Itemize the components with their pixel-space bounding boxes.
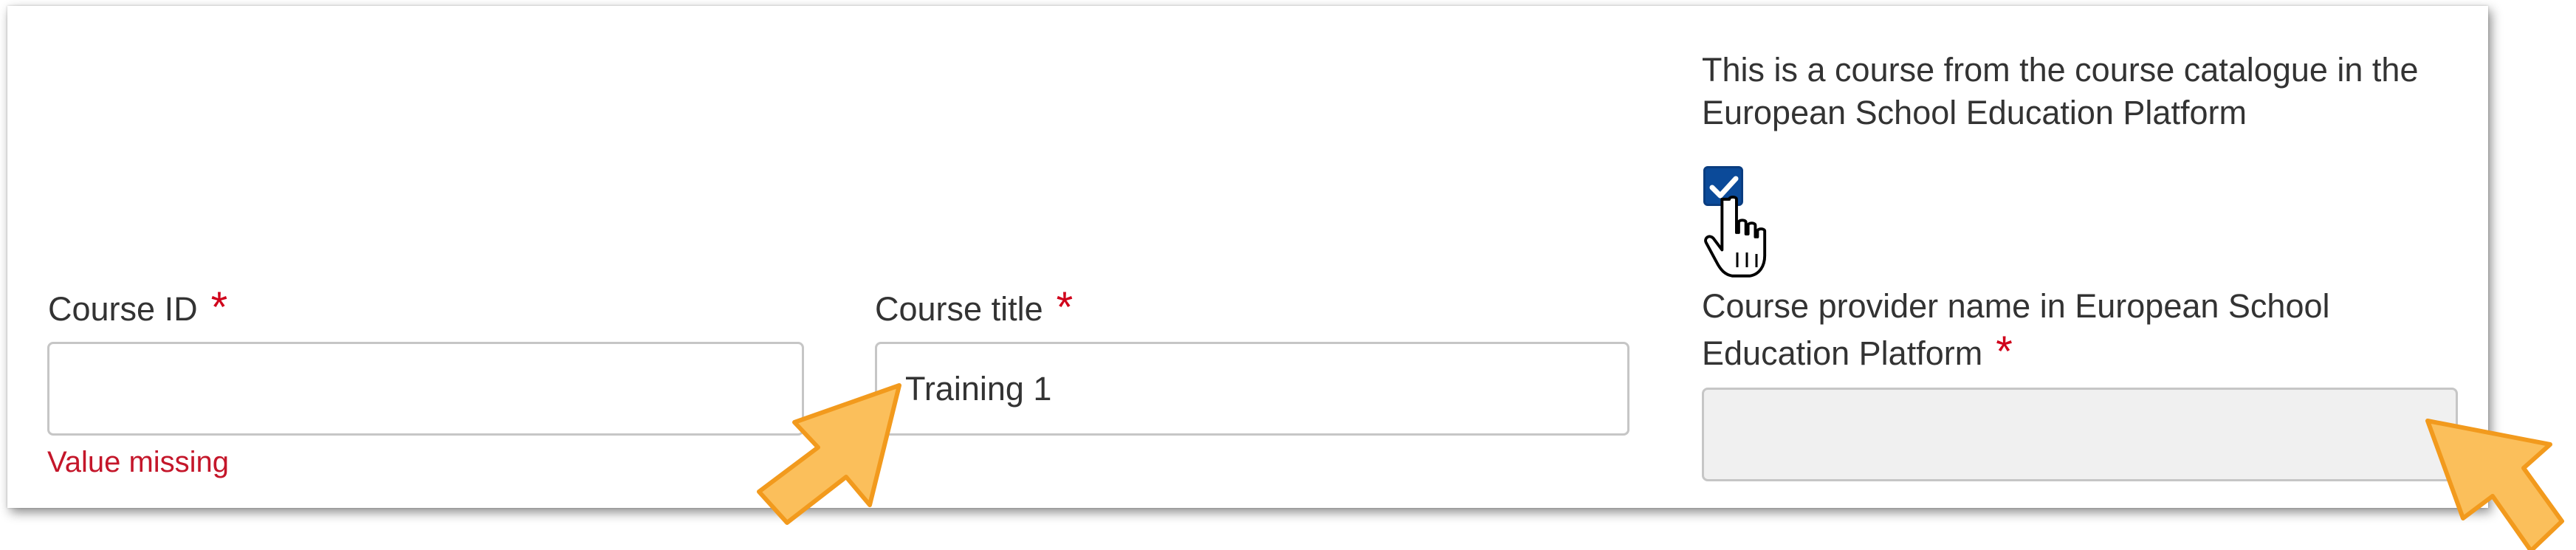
- required-asterisk: *: [210, 283, 228, 331]
- arrow-callout-icon: [757, 383, 901, 525]
- course-id-label: Course ID *: [48, 284, 227, 331]
- course-id-input[interactable]: [47, 342, 804, 436]
- required-asterisk: *: [1056, 283, 1074, 331]
- provider-name-label-line2: Education Platform *: [1702, 329, 2330, 376]
- required-asterisk: *: [1996, 328, 2013, 376]
- course-title-label-text: Course title: [875, 290, 1043, 328]
- course-title-input[interactable]: [875, 342, 1629, 436]
- provider-name-label-line1: Course provider name in European School: [1702, 287, 2330, 325]
- catalogue-checkbox-label: This is a course from the course catalog…: [1702, 51, 2419, 131]
- arrow-callout-icon: [2425, 419, 2564, 550]
- provider-name-input[interactable]: [1702, 388, 2458, 481]
- provider-name-label: Course provider name in European School …: [1702, 284, 2330, 376]
- stage: Course ID * Value missing Course title * T…: [0, 0, 2576, 550]
- provider-name-label-line2-text: Education Platform: [1702, 334, 1983, 372]
- course-id-error: Value missing: [47, 446, 230, 478]
- hand-pointer-icon: [1704, 195, 1767, 278]
- course-id-label-text: Course ID: [48, 290, 198, 328]
- course-title-label: Course title *: [875, 284, 1073, 331]
